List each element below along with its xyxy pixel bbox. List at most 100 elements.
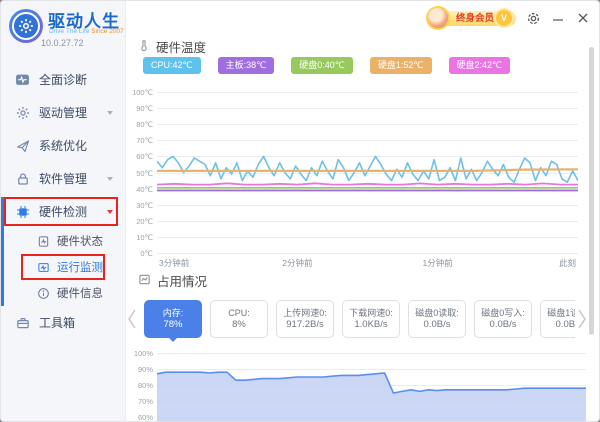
usage-card-download[interactable]: 下载网速0:1.0KB/s <box>342 300 400 338</box>
y-tick-label: 70℃ <box>126 136 153 145</box>
usage-card-disk0-write[interactable]: 磁盘0写入:0.0B/s <box>474 300 532 338</box>
sidebar-group-hardware-detect: 硬件检测硬件状态运行监测硬件信息 <box>1 195 125 306</box>
sidebar-item-driver-manage[interactable]: 驱动管理 <box>1 96 125 129</box>
sidebar-item-label: 硬件检测 <box>39 203 87 220</box>
x-tick-label: 2分钟前 <box>282 257 312 269</box>
since-text: Since 2007 <box>91 28 124 35</box>
usage-card-label: 上传网速0: <box>283 307 327 319</box>
titlebar-controls: 终身会员 V <box>426 6 591 30</box>
y-tick-label: 0℃ <box>126 249 153 258</box>
user-avatar[interactable] <box>426 6 450 30</box>
app-version: 10.0.27.72 <box>41 38 84 48</box>
sidebar-item-software-manage[interactable]: 软件管理 <box>1 162 125 195</box>
minimize-button[interactable] <box>550 10 566 26</box>
rocket-icon <box>15 139 30 153</box>
sidebar-item-label: 软件管理 <box>39 170 87 187</box>
x-tick-label: 3分钟前 <box>159 257 189 269</box>
y-tick-label: 100% <box>126 349 153 358</box>
gridline <box>157 253 578 254</box>
main-content: 终身会员 V 硬件温度 CPU <box>126 1 599 421</box>
toolbox-icon <box>15 316 30 330</box>
cards-scroll-left-icon[interactable] <box>127 307 137 336</box>
temp-badge-disk1[interactable]: 硬盘1:52℃ <box>370 57 432 74</box>
y-tick-label: 30℃ <box>126 201 153 210</box>
usage-card-label: 磁盘1读取: <box>547 307 575 319</box>
tagline-text: Drive The Life <box>49 28 89 35</box>
usage-section-header: 占用情况 <box>138 271 207 290</box>
diagnosis-icon <box>15 72 30 87</box>
close-button[interactable] <box>575 10 591 26</box>
usage-card-disk1-read[interactable]: 磁盘1读取:0.0B/s <box>540 300 575 338</box>
usage-card-label: 内存: <box>163 307 184 319</box>
y-tick-label: 80% <box>126 381 153 390</box>
sidebar-item-label: 硬件状态 <box>57 233 103 249</box>
sidebar-item-hardware-info[interactable]: 硬件信息 <box>1 280 125 306</box>
info-icon <box>37 287 50 300</box>
usage-section-title: 占用情况 <box>157 271 207 290</box>
settings-gear-icon[interactable] <box>525 10 541 26</box>
chevron-down-icon <box>107 210 113 214</box>
sidebar-item-label: 驱动管理 <box>39 104 87 121</box>
app-tagline: Drive The Life Since 2007 <box>49 28 124 35</box>
doc-icon <box>37 235 50 248</box>
y-tick-label: 100℃ <box>126 88 153 97</box>
usage-cards: 内存:78%CPU:8%上传网速0:917.2B/s下载网速0:1.0KB/s磁… <box>144 300 575 344</box>
thermometer-icon <box>138 39 150 55</box>
usage-card-value: 917.2B/s <box>286 319 324 332</box>
usage-card-label: CPU: <box>228 307 250 319</box>
usage-card-value: 8% <box>232 319 246 332</box>
lock-icon <box>15 172 30 186</box>
usage-card-disk0-read[interactable]: 磁盘0读取:0.0B/s <box>408 300 466 338</box>
temp-badge-board[interactable]: 主板:38℃ <box>218 57 275 74</box>
sidebar-item-system-optimize[interactable]: 系统优化 <box>1 129 125 162</box>
sidebar-item-diagnosis[interactable]: 全面诊断 <box>1 63 125 96</box>
area-fill <box>157 372 586 422</box>
app-window: 驱动人生 Drive The Life Since 2007 10.0.27.7… <box>0 0 600 422</box>
cards-scroll-right-icon[interactable] <box>577 307 587 336</box>
y-tick-label: 60℃ <box>126 152 153 161</box>
logo-block: 驱动人生 Drive The Life Since 2007 10.0.27.7… <box>1 1 125 57</box>
temperature-badges: CPU:42℃ 主板:38℃ 硬盘0:40℃ 硬盘1:52℃ 硬盘2:42℃ <box>143 57 510 74</box>
sidebar-item-toolbox[interactable]: 工具箱 <box>1 306 125 339</box>
usage-card-upload[interactable]: 上传网速0:917.2B/s <box>276 300 334 338</box>
user-account-chip[interactable]: 终身会员 V <box>426 6 516 30</box>
scrollbar-thumb[interactable] <box>589 47 594 335</box>
temp-badge-cpu[interactable]: CPU:42℃ <box>143 57 201 74</box>
y-tick-label: 60% <box>126 413 153 422</box>
sidebar-item-label: 工具箱 <box>39 314 75 331</box>
usage-card-label: 磁盘0读取: <box>415 307 459 319</box>
sidebar-item-label: 全面诊断 <box>39 71 87 88</box>
temperature-section-title: 硬件温度 <box>156 37 206 56</box>
y-tick-label: 50℃ <box>126 169 153 178</box>
memory-usage-chart <box>157 353 586 422</box>
app-logo-icon <box>9 9 43 43</box>
chevron-down-icon <box>107 111 113 115</box>
usage-card-cpu[interactable]: CPU:8% <box>210 300 268 338</box>
usage-card-memory[interactable]: 内存:78% <box>144 300 202 338</box>
y-tick-label: 10℃ <box>126 233 153 242</box>
sidebar-item-hardware-status[interactable]: 硬件状态 <box>1 228 125 254</box>
usage-card-value: 0.0B/s <box>490 319 517 332</box>
temperature-chart <box>157 92 578 253</box>
temperature-section-header: 硬件温度 <box>138 37 206 56</box>
y-tick-label: 40℃ <box>126 185 153 194</box>
sidebar-item-label: 硬件信息 <box>57 285 103 301</box>
usage-card-value: 78% <box>163 319 182 332</box>
sidebar-item-label: 运行监测 <box>57 259 103 275</box>
temp-badge-disk2[interactable]: 硬盘2:42℃ <box>449 57 511 74</box>
series-line-硬盘2 <box>157 183 578 184</box>
sidebar-item-hardware-detect[interactable]: 硬件检测 <box>1 195 125 228</box>
usage-card-value: 0.0B/s <box>556 319 575 332</box>
x-tick-label: 此刻 <box>559 257 576 269</box>
usage-card-value: 1.0KB/s <box>354 319 387 332</box>
y-tick-label: 90% <box>126 365 153 374</box>
usage-card-label: 磁盘0写入: <box>481 307 525 319</box>
temp-badge-disk0[interactable]: 硬盘0:40℃ <box>291 57 353 74</box>
monitor-icon <box>37 261 50 274</box>
y-tick-label: 20℃ <box>126 217 153 226</box>
y-tick-label: 90℃ <box>126 104 153 113</box>
sidebar-menu: 全面诊断驱动管理系统优化软件管理硬件检测硬件状态运行监测硬件信息工具箱 <box>1 63 125 339</box>
chip-icon <box>15 205 30 219</box>
sidebar: 驱动人生 Drive The Life Since 2007 10.0.27.7… <box>1 1 126 421</box>
sidebar-item-run-monitor[interactable]: 运行监测 <box>1 254 125 280</box>
